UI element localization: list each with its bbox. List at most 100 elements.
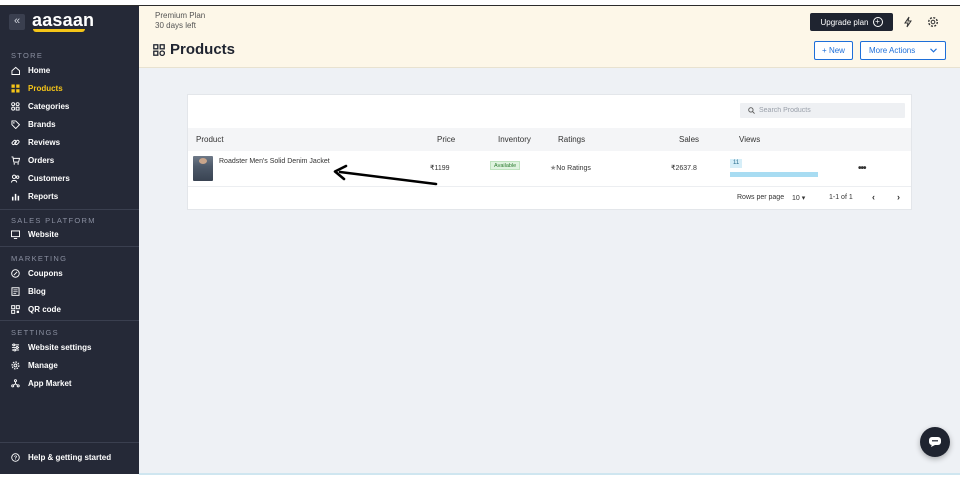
lightning-icon[interactable] bbox=[902, 16, 914, 28]
svg-text:?: ? bbox=[14, 456, 17, 462]
sidebar-item-website[interactable]: Website bbox=[11, 226, 136, 242]
chat-button[interactable] bbox=[920, 427, 950, 457]
search-input[interactable] bbox=[759, 107, 899, 114]
upgrade-plan-button[interactable]: Upgrade plan + bbox=[810, 13, 893, 31]
home-icon bbox=[11, 66, 20, 75]
gear-icon[interactable] bbox=[927, 16, 939, 28]
sidebar-item-blog[interactable]: Blog bbox=[11, 283, 136, 299]
sidebar-item-label: Reviews bbox=[28, 137, 61, 147]
products-card: Product Price Inventory Ratings Sales Vi… bbox=[187, 94, 912, 210]
sidebar-item-qr-code[interactable]: QR code bbox=[11, 301, 136, 317]
sidebar: « aasaan STORE Home Products Categories Bran… bbox=[0, 6, 139, 474]
link-icon bbox=[11, 139, 20, 145]
sidebar-item-label: Website settings bbox=[28, 342, 92, 352]
percent-icon bbox=[11, 268, 20, 278]
product-sales: ₹2637.8 bbox=[671, 165, 697, 172]
sidebar-item-website-settings[interactable]: Website settings bbox=[11, 339, 136, 355]
sidebar-item-label: Manage bbox=[28, 360, 58, 370]
next-page-icon[interactable]: › bbox=[897, 192, 900, 202]
sidebar-item-label: Reports bbox=[28, 191, 59, 201]
product-name[interactable]: Roadster Men's Solid Denim Jacket bbox=[219, 158, 330, 165]
sidebar-item-label: Products bbox=[28, 83, 63, 93]
app-market-icon bbox=[11, 378, 20, 387]
products-icon bbox=[153, 43, 165, 56]
prev-page-icon[interactable]: ‹ bbox=[872, 192, 875, 202]
table-row[interactable]: Roadster Men's Solid Denim Jacket ₹1199 … bbox=[188, 151, 911, 187]
col-inventory[interactable]: Inventory bbox=[498, 135, 531, 144]
sidebar-item-label: QR code bbox=[28, 304, 61, 314]
chevron-down-icon bbox=[930, 48, 937, 53]
app-frame: « aasaan STORE Home Products Categories Bran… bbox=[0, 5, 960, 474]
caret-down-icon: ▾ bbox=[801, 195, 806, 202]
help-link[interactable]: ? Help & getting started bbox=[11, 453, 111, 462]
sidebar-item-label: Orders bbox=[28, 155, 55, 165]
tag-icon bbox=[11, 119, 20, 129]
page-title-text: Products bbox=[170, 41, 236, 58]
upgrade-plan-label: Upgrade plan bbox=[820, 17, 869, 27]
plan-days-left: 30 days left bbox=[155, 21, 196, 30]
plus-circle-icon: + bbox=[872, 17, 883, 27]
sidebar-item-reports[interactable]: Reports bbox=[11, 188, 136, 204]
product-ratings: ★No Ratings bbox=[550, 165, 591, 172]
cart-icon bbox=[11, 155, 20, 165]
product-thumbnail[interactable] bbox=[193, 156, 213, 181]
sidebar-item-label: Website bbox=[28, 229, 59, 239]
page-range: 1-1 of 1 bbox=[829, 194, 853, 201]
more-actions-button[interactable]: More Actions bbox=[860, 41, 946, 60]
sidebar-divider bbox=[0, 209, 139, 210]
sidebar-item-label: Home bbox=[28, 65, 51, 75]
brand-logo[interactable]: aasaan bbox=[32, 10, 94, 31]
sidebar-item-label: Coupons bbox=[28, 268, 63, 278]
new-product-button[interactable]: + New bbox=[814, 41, 853, 60]
chat-bubble-icon bbox=[929, 437, 941, 447]
categories-icon bbox=[11, 101, 20, 111]
inventory-status-badge: Available bbox=[490, 161, 521, 170]
collapse-sidebar-button[interactable]: « bbox=[9, 14, 25, 30]
sidebar-section-title: MARKETING bbox=[11, 254, 68, 263]
sidebar-item-brands[interactable]: Brands bbox=[11, 116, 136, 132]
views-progress-bar bbox=[730, 172, 818, 177]
sidebar-item-app-market[interactable]: App Market bbox=[11, 375, 136, 391]
sidebar-divider bbox=[0, 246, 139, 247]
sidebar-divider bbox=[0, 320, 139, 321]
col-sales[interactable]: Sales bbox=[679, 135, 699, 144]
bar-chart-icon bbox=[11, 193, 20, 201]
row-actions-kebab-icon[interactable]: ••• bbox=[858, 163, 866, 174]
sidebar-item-products[interactable]: Products bbox=[11, 80, 136, 96]
sidebar-item-label: Customers bbox=[28, 173, 70, 183]
help-label: Help & getting started bbox=[28, 453, 112, 462]
search-icon bbox=[748, 107, 755, 114]
double-chevron-left-icon: « bbox=[13, 15, 21, 27]
rows-per-page-select[interactable]: 10 ▾ bbox=[792, 194, 805, 202]
col-ratings[interactable]: Ratings bbox=[558, 135, 585, 144]
views-count: 11 bbox=[730, 159, 743, 168]
settings-icon bbox=[11, 342, 20, 351]
col-product[interactable]: Product bbox=[196, 135, 224, 144]
sidebar-section-title: SETTINGS bbox=[11, 328, 59, 337]
sidebar-item-label: Blog bbox=[28, 286, 46, 296]
sidebar-item-manage[interactable]: Manage bbox=[11, 357, 136, 373]
bottom-scroll-indicator bbox=[139, 473, 960, 475]
search-box[interactable] bbox=[740, 103, 905, 118]
views-progress-fill bbox=[730, 172, 818, 177]
sidebar-item-home[interactable]: Home bbox=[11, 62, 136, 78]
qr-icon bbox=[11, 304, 20, 314]
grid-icon bbox=[11, 83, 20, 93]
top-header: Premium Plan 30 days left Products Upgra… bbox=[139, 6, 960, 68]
sidebar-divider bbox=[0, 442, 139, 443]
sidebar-item-reviews[interactable]: Reviews bbox=[11, 134, 136, 150]
sidebar-item-coupons[interactable]: Coupons bbox=[11, 265, 136, 281]
sidebar-section-title: SALES PLATFORM bbox=[11, 216, 96, 225]
sidebar-item-categories[interactable]: Categories bbox=[11, 98, 136, 114]
sidebar-item-label: Brands bbox=[28, 119, 56, 129]
pagination: Rows per page 10 ▾ 1-1 of 1 ‹ › bbox=[188, 187, 911, 209]
sidebar-item-label: Categories bbox=[28, 101, 70, 111]
col-price[interactable]: Price bbox=[437, 135, 455, 144]
main-content: Product Price Inventory Ratings Sales Vi… bbox=[139, 68, 960, 474]
table-header: Product Price Inventory Ratings Sales Vi… bbox=[188, 128, 911, 151]
sidebar-item-orders[interactable]: Orders bbox=[11, 152, 136, 168]
sidebar-item-customers[interactable]: Customers bbox=[11, 170, 136, 186]
sidebar-section-title: STORE bbox=[11, 51, 44, 60]
rows-per-page-label: Rows per page bbox=[737, 194, 785, 201]
col-views[interactable]: Views bbox=[739, 135, 760, 144]
